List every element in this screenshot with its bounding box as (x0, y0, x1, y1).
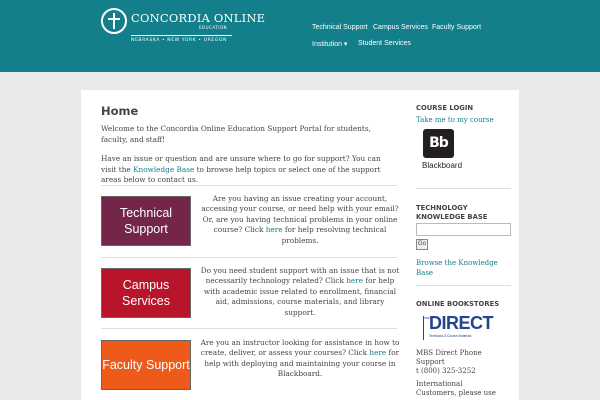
knowledge-base-search-input[interactable] (416, 223, 511, 236)
site-logo[interactable]: CONCORDIA ONLINE EDUCATION NEBRASKA • NE… (101, 8, 265, 48)
faculty-support-button[interactable]: Faculty Support (101, 340, 191, 390)
course-login-heading: COURSE LOGIN (416, 104, 474, 112)
logo-states: NEBRASKA • NEW YORK • OREGON (131, 38, 228, 43)
content-panel: Home Welcome to the Concordia Online Edu… (81, 90, 519, 400)
campus-services-here-link[interactable]: here (346, 276, 363, 285)
nav-technical-support[interactable]: Technical Support (312, 24, 368, 31)
sidebar: COURSE LOGIN Take me to my course (416, 104, 511, 125)
blackboard-logo[interactable]: Bb Blackboard (420, 129, 462, 171)
mbs-tagline: Textbooks & Course Materials (429, 334, 472, 338)
nav-student-services[interactable]: Student Services (358, 40, 411, 47)
mbs-phone-support-label: MBS Direct Phone Support (416, 349, 482, 367)
logo-title: CONCORDIA ONLINE (131, 11, 266, 25)
logo-divider (131, 35, 232, 36)
logo-subtitle: EDUCATION (199, 25, 228, 30)
mbs-phone-number: t (800) 325-3252 (416, 367, 476, 375)
tech-text-b: for help resolving technical problems. (281, 225, 387, 245)
faculty-support-description: Are you an instructor looking for assist… (200, 338, 400, 380)
divider (101, 257, 397, 258)
site-header: CONCORDIA ONLINE EDUCATION NEBRASKA • NE… (0, 0, 600, 72)
intro-paragraph-1: Welcome to the Concordia Online Educatio… (101, 124, 371, 144)
technical-support-here-link[interactable]: here (266, 225, 283, 234)
mbs-direct-wordmark: DIRECT (429, 313, 494, 333)
technical-support-description: Are you having an issue creating your ac… (200, 194, 400, 246)
sidebar-divider (416, 188, 511, 189)
faculty-support-here-link[interactable]: here (369, 348, 386, 357)
blackboard-label: Blackboard (422, 161, 463, 170)
sidebar-divider (416, 285, 511, 286)
intro-paragraph-2: Have an issue or question and are unsure… (101, 154, 397, 186)
page-title: Home (101, 104, 139, 118)
mbs-direct-logo[interactable]: MBS DIRECT Textbooks & Course Materials (423, 313, 494, 340)
go-button[interactable]: Go (416, 239, 428, 250)
browse-knowledge-base-link[interactable]: Browse the Knowledge Base (416, 259, 501, 278)
campus-services-button[interactable]: Campus Services (101, 268, 191, 318)
knowledge-base-heading: TECHNOLOGY KNOWLEDGE BASE (416, 204, 488, 221)
divider (101, 328, 397, 329)
campus-services-description: Do you need student support with an issu… (200, 266, 400, 318)
divider (101, 185, 397, 186)
cross-logo-icon (101, 8, 127, 34)
technical-support-button[interactable]: Technical Support (101, 196, 191, 246)
knowledge-base-link[interactable]: Knowledge Base (133, 165, 194, 174)
online-bookstores-heading: ONLINE BOOKSTORES (416, 300, 500, 308)
intro-text: Welcome to the Concordia Online Educatio… (101, 124, 397, 186)
nav-campus-services[interactable]: Campus Services (373, 24, 428, 31)
main-column: Home Welcome to the Concordia Online Edu… (101, 104, 397, 186)
international-customers-text: International Customers, please use (416, 380, 496, 398)
nav-faculty-support[interactable]: Faculty Support (432, 24, 481, 31)
nav-institution-dropdown[interactable]: Institution ▾ (312, 40, 347, 48)
course-login-link[interactable]: Take me to my course (416, 116, 511, 126)
blackboard-icon: Bb (423, 129, 454, 158)
